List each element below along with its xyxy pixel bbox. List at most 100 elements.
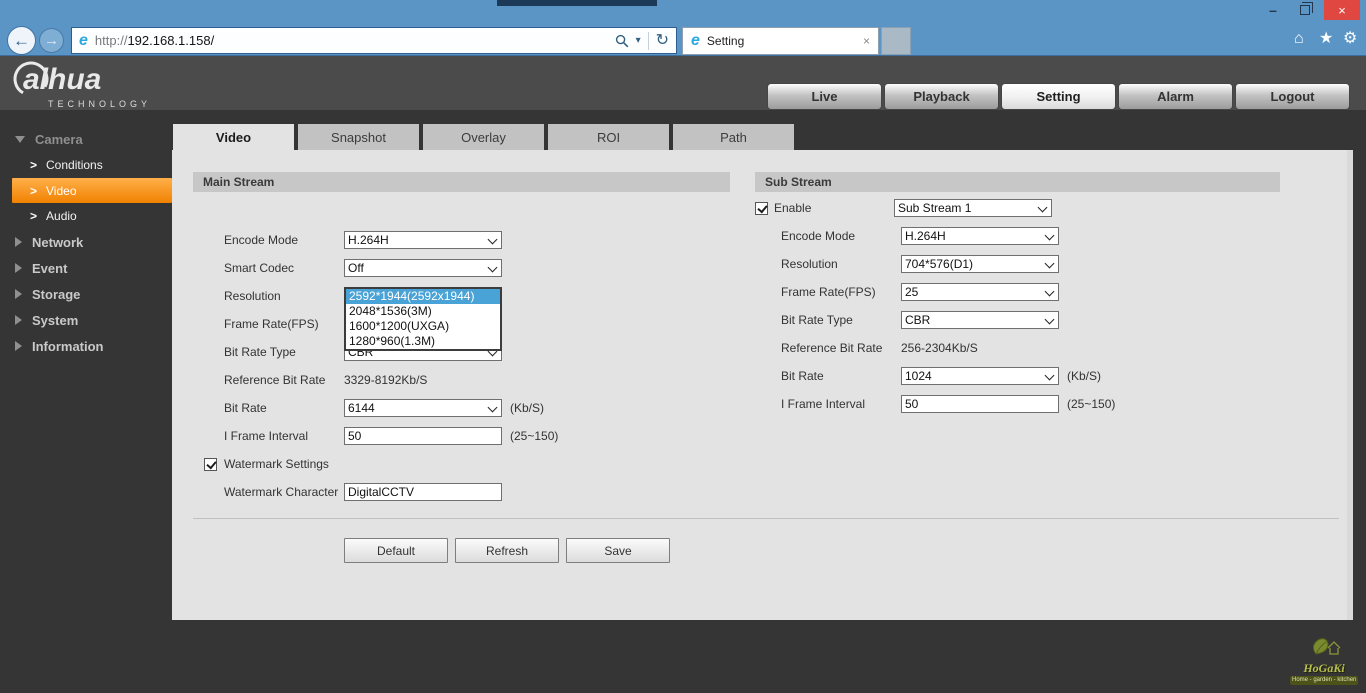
watermark-character-input[interactable] [344, 483, 502, 501]
triangle-right-icon [15, 289, 22, 299]
main-encode-mode-select[interactable]: H.264H [344, 231, 502, 249]
chevron-right-icon: > [30, 158, 38, 172]
default-button[interactable]: Default [344, 538, 448, 563]
chevron-down-icon [1037, 202, 1048, 213]
form-row: Encode Mode H.264H [193, 226, 730, 254]
nav-live-button[interactable]: Live [767, 83, 882, 110]
browser-chrome: ← → e http://192.168.1.158/ ▾ ↻ e Settin… [0, 26, 1366, 56]
nav-logout-button[interactable]: Logout [1235, 83, 1350, 110]
search-icon[interactable] [615, 34, 629, 48]
address-caret-icon[interactable]: ▾ [636, 35, 641, 46]
nav-alarm-button[interactable]: Alarm [1118, 83, 1233, 110]
dahua-logo: alhua TECHNOLOGY [10, 58, 180, 109]
refresh-button[interactable]: Refresh [455, 538, 559, 563]
resolution-option[interactable]: 1600*1200(UXGA) [346, 319, 500, 334]
sub-stream-select[interactable]: Sub Stream 1 [894, 199, 1052, 217]
sidebar-group-storage[interactable]: Storage [0, 281, 172, 307]
action-buttons: Default Refresh Save [344, 538, 670, 563]
sidebar-item-audio[interactable]: > Audio [0, 203, 172, 229]
hogaki-name: HoGaKi [1303, 661, 1345, 676]
tab-close-icon[interactable]: × [863, 34, 870, 48]
ie-page-icon: e [79, 31, 88, 49]
chevron-down-icon [1044, 314, 1055, 325]
tab-video[interactable]: Video [173, 124, 294, 150]
sub-stream-section-title: Sub Stream [755, 172, 1280, 192]
browser-titlebar: – × [0, 0, 1366, 26]
sidebar-group-system[interactable]: System [0, 307, 172, 333]
refresh-page-icon[interactable]: ↻ [656, 32, 669, 49]
resolution-option[interactable]: 2592*1944(2592x1944) [346, 289, 500, 304]
sidebar-item-conditions[interactable]: > Conditions [0, 152, 172, 178]
tab-path[interactable]: Path [673, 124, 794, 150]
tab-roi[interactable]: ROI [548, 124, 669, 150]
favorites-icon[interactable]: ★ [1319, 31, 1333, 47]
chevron-down-icon [1044, 370, 1055, 381]
back-button[interactable]: ← [7, 26, 36, 55]
chevron-down-icon [1044, 230, 1055, 241]
sub-frame-rate-select[interactable]: 25 [901, 283, 1059, 301]
chevron-down-icon [1044, 286, 1055, 297]
sidebar-group-network[interactable]: Network [0, 229, 172, 255]
sidebar-group-camera[interactable]: Camera [0, 126, 172, 152]
triangle-right-icon [15, 237, 22, 247]
triangle-down-icon [15, 135, 25, 143]
form-divider [193, 518, 1339, 519]
chevron-down-icon [487, 262, 498, 273]
sub-bit-rate-type-select[interactable]: CBR [901, 311, 1059, 329]
home-icon[interactable]: ⌂ [1294, 31, 1304, 47]
new-tab-button[interactable] [881, 27, 911, 55]
brand-name: alhua [23, 63, 101, 96]
sidebar-item-video[interactable]: > Video [12, 178, 172, 203]
main-stream-form: Encode Mode H.264H Smart Codec Off Resol… [193, 226, 730, 506]
save-button[interactable]: Save [566, 538, 670, 563]
sub-bit-rate-select[interactable]: 1024 [901, 367, 1059, 385]
watermark-settings-checkbox[interactable] [204, 457, 217, 471]
main-smart-codec-select[interactable]: Off [344, 259, 502, 277]
content-scrollbar[interactable] [1347, 150, 1353, 620]
nav-playback-button[interactable]: Playback [884, 83, 999, 110]
content-panel: Main Stream Sub Stream Encode Mode H.264… [172, 150, 1347, 620]
page-header: alhua TECHNOLOGY Live Playback Setting A… [0, 56, 1366, 110]
form-row: Reference Bit Rate 256-2304Kb/S [781, 341, 978, 355]
form-row: Resolution 704*576(D1) [755, 250, 1315, 278]
triangle-right-icon [15, 315, 22, 325]
sidebar-group-event[interactable]: Event [0, 255, 172, 281]
nav-setting-button[interactable]: Setting [1001, 83, 1116, 110]
resolution-option[interactable]: 1280*960(1.3M) [346, 334, 500, 349]
main-reference-bit-rate-value: 3329-8192Kb/S [344, 373, 428, 387]
sidebar-group-information[interactable]: Information [0, 333, 172, 359]
sub-encode-mode-select[interactable]: H.264H [901, 227, 1059, 245]
form-row: Watermark Settings [193, 450, 730, 478]
browser-tab-setting[interactable]: e Setting × [682, 27, 879, 55]
close-window-button[interactable]: × [1324, 0, 1360, 20]
sub-resolution-select[interactable]: 704*576(D1) [901, 255, 1059, 273]
form-row: I Frame Interval (25~150) [755, 390, 1315, 418]
address-bar[interactable]: e http://192.168.1.158/ ▾ ↻ [71, 27, 677, 54]
chevron-down-icon [487, 402, 498, 413]
tab-snapshot[interactable]: Snapshot [298, 124, 419, 150]
resolution-option[interactable]: 2048*1536(3M) [346, 304, 500, 319]
hogaki-logo: HoGaKi Home - garden - kitchen [1290, 634, 1358, 685]
tools-gear-icon[interactable]: ⚙ [1343, 31, 1357, 47]
minimize-button[interactable]: – [1258, 0, 1288, 20]
main-bit-rate-select[interactable]: 6144 [344, 399, 502, 417]
settings-tabstrip: Video Snapshot Overlay ROI Path [173, 124, 794, 150]
tab-overlay[interactable]: Overlay [423, 124, 544, 150]
forward-button[interactable]: → [39, 28, 64, 53]
form-row: Smart Codec Off [193, 254, 730, 282]
form-row: Frame Rate(FPS) 25 [755, 278, 1315, 306]
form-row: Enable Sub Stream 1 [755, 194, 1315, 222]
chevron-right-icon: > [30, 209, 38, 223]
sub-stream-form: Enable Sub Stream 1 Encode Mode H.264H R… [755, 194, 1315, 418]
sub-i-frame-interval-input[interactable] [901, 395, 1059, 413]
form-row: Bit Rate 6144 (Kb/S) [224, 399, 545, 417]
triangle-right-icon [15, 263, 22, 273]
sub-stream-enable-checkbox[interactable] [755, 201, 768, 215]
brand-tagline: TECHNOLOGY [48, 99, 152, 109]
form-row: Watermark Character [193, 478, 730, 506]
main-i-frame-interval-input[interactable] [344, 427, 502, 445]
form-row: I Frame Interval (25~150) [193, 422, 730, 450]
screen: – × ← → e http://192.168.1.158/ ▾ ↻ e Se… [0, 0, 1366, 693]
restore-button[interactable] [1290, 0, 1320, 20]
chevron-right-icon: > [30, 183, 38, 198]
